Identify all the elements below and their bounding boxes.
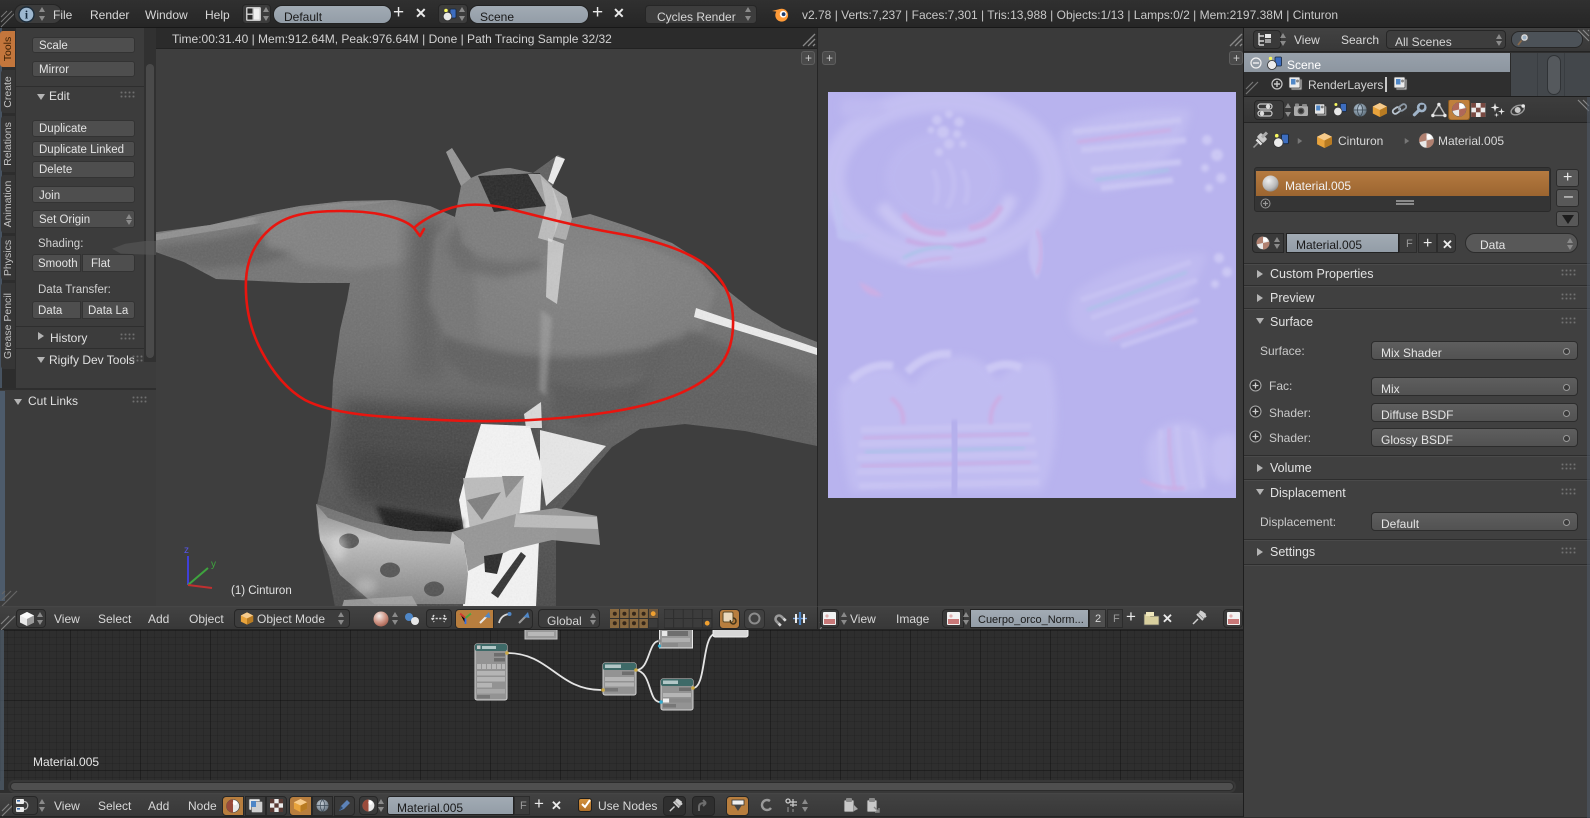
svg-text:z: z — [184, 545, 189, 556]
svg-text:y: y — [211, 559, 216, 570]
